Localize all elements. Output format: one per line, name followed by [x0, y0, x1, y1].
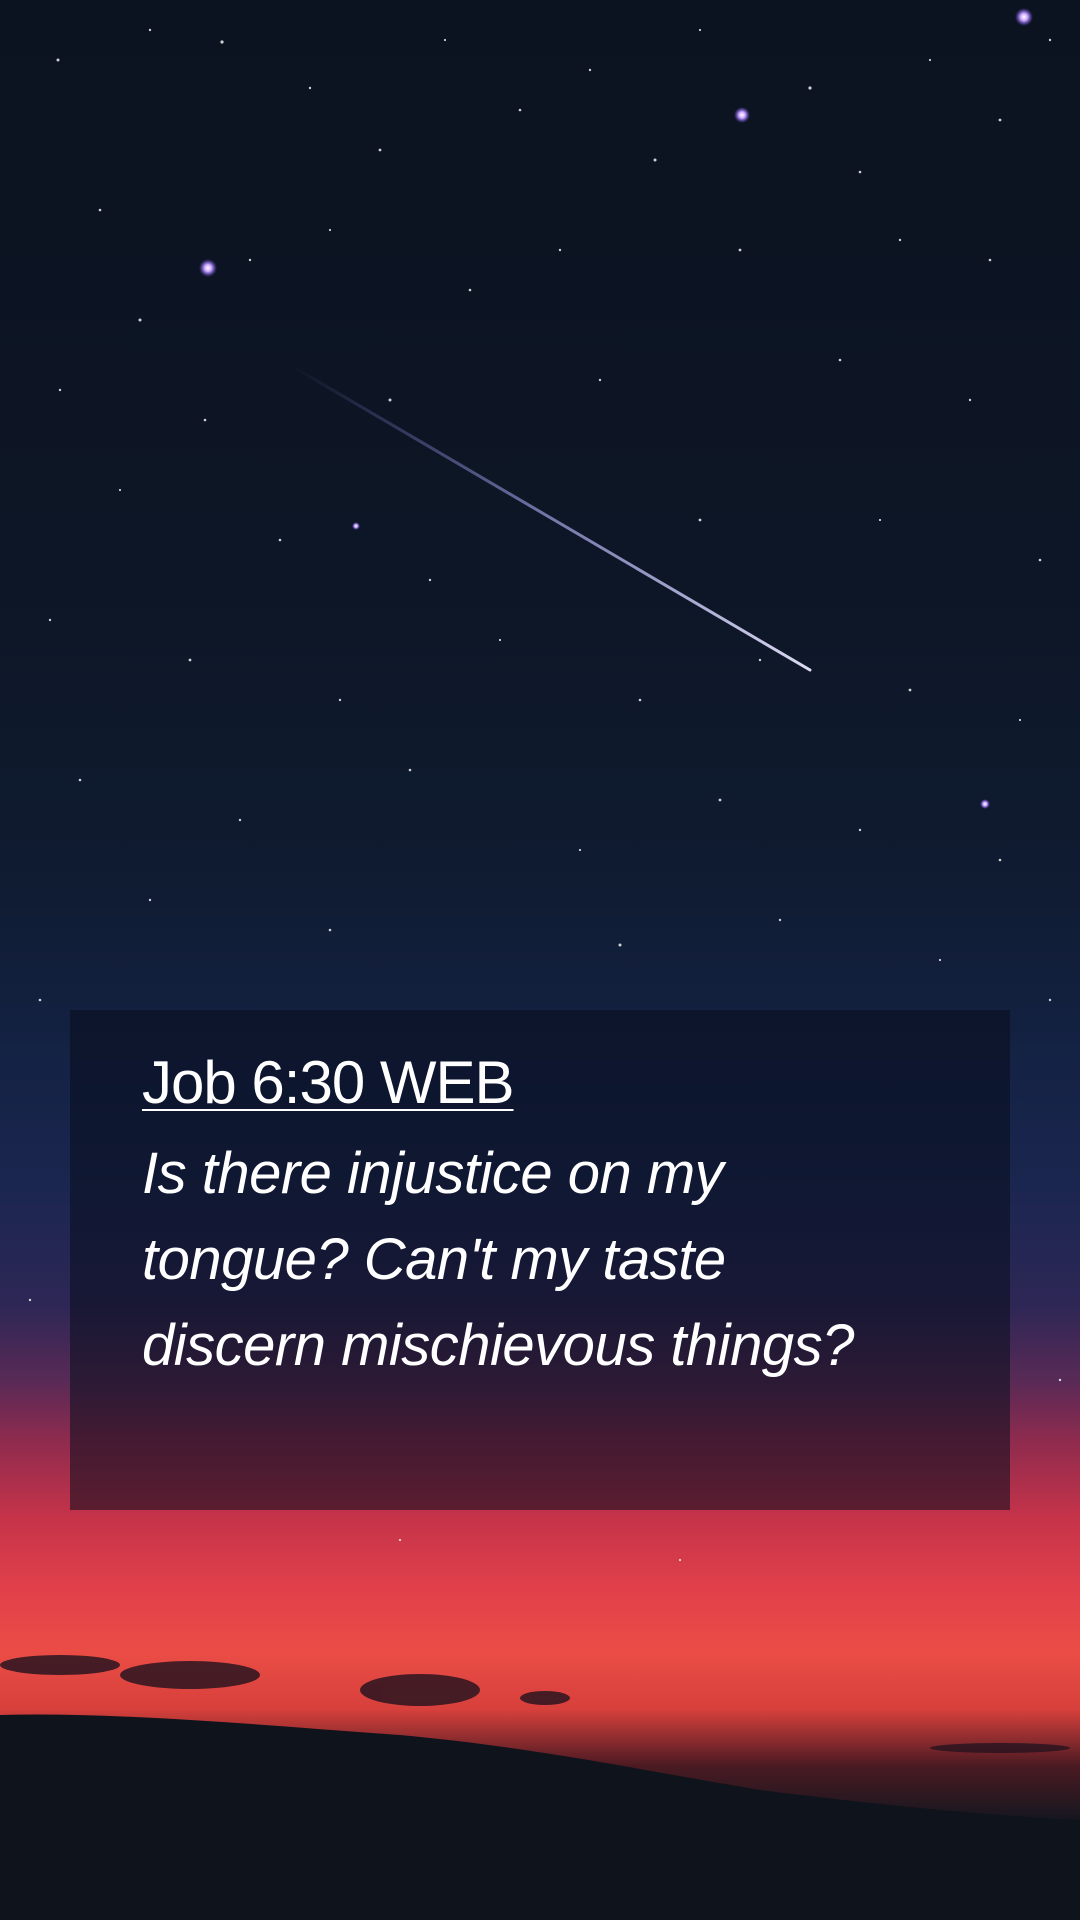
bright-stars — [199, 8, 1033, 809]
verse-text: Is there injustice on my tongue? Can't m… — [142, 1141, 854, 1378]
wallpaper-background: Job 6:30 WEB Is there injustice on my to… — [0, 0, 1080, 1920]
hills-silhouette — [0, 1714, 1080, 1920]
verse-reference[interactable]: Job 6:30 WEB — [142, 1048, 515, 1117]
night-sky-scene — [0, 8, 1080, 1920]
shooting-star — [288, 363, 812, 672]
verse-card: Job 6:30 WEB Is there injustice on my to… — [70, 1010, 1010, 1510]
